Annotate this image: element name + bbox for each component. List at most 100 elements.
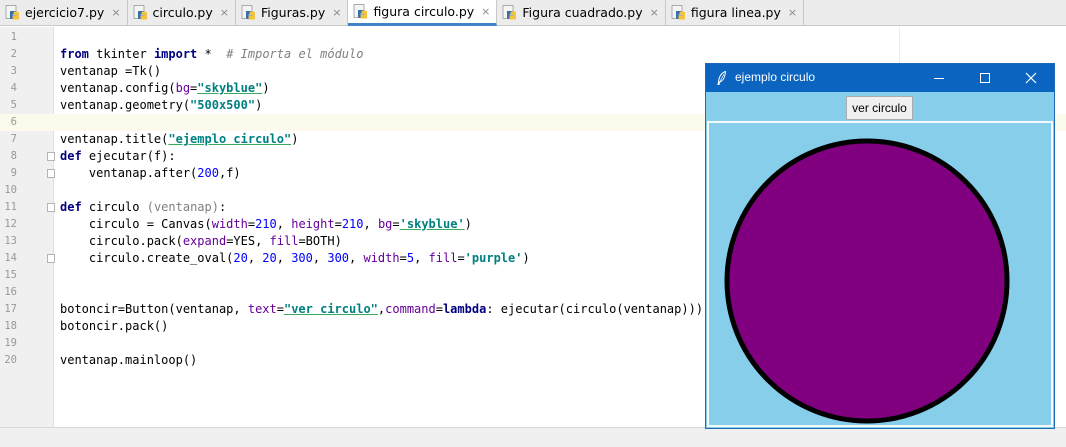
code-token: botoncir=Button(ventanap,: [60, 302, 248, 316]
code-token: bg: [175, 81, 191, 95]
tab-label: ejercicio7.py: [25, 5, 105, 20]
minimize-icon: [934, 78, 944, 79]
code-token: ,: [247, 251, 263, 265]
tab-close-icon[interactable]: ×: [111, 6, 120, 19]
line-number: 2: [10, 48, 17, 60]
tab-close-icon[interactable]: ×: [650, 6, 659, 19]
code-token: ,: [312, 251, 328, 265]
code-token: ): [262, 81, 270, 95]
code-text: ventanap.mainloop(): [60, 352, 197, 369]
code-text: circulo.create_oval(20, 20, 300, 300, wi…: [60, 250, 530, 267]
line-number: 19: [4, 337, 17, 349]
tab-label: Figuras.py: [260, 5, 326, 20]
maximize-button[interactable]: [962, 64, 1008, 92]
python-file-icon: [671, 5, 685, 20]
code-token: ,: [276, 217, 292, 231]
line-number: 13: [4, 235, 17, 247]
code-token: 300: [291, 251, 313, 265]
code-token: :: [218, 200, 227, 214]
tab-close-icon[interactable]: ×: [220, 6, 229, 19]
code-text: ventanap.title("ejemplo circulo"): [60, 131, 298, 148]
code-text: botoncir.pack(): [60, 318, 168, 335]
tab-2[interactable]: Figuras.py ×: [235, 0, 349, 25]
code-text: botoncir=Button(ventanap, text = "ver circ…: [60, 301, 703, 318]
code-token: 210: [341, 217, 364, 231]
line-number: 4: [10, 82, 17, 94]
code-text: ventanap.geometry("500x500"): [60, 97, 262, 114]
fold-marker-icon[interactable]: [47, 152, 55, 161]
code-token: ,: [276, 251, 292, 265]
minimize-button[interactable]: [916, 64, 962, 92]
code-token: ,: [363, 217, 378, 231]
code-token: command: [385, 302, 436, 316]
code-token: import: [153, 47, 198, 61]
code-token: circulo.create_oval(: [60, 251, 234, 265]
code-token: expand: [182, 234, 227, 248]
code-token: =: [435, 302, 443, 316]
line-number: 5: [10, 99, 17, 111]
code-token: tkinter: [88, 47, 154, 61]
python-file-icon: [502, 5, 517, 20]
code-token: fill: [269, 234, 299, 248]
line-number: 20: [4, 354, 17, 366]
code-token: ,f): [218, 166, 241, 180]
code-token: "skyblue": [197, 81, 263, 95]
code-token: : ejecutar(circulo(ventanap))): [486, 302, 704, 316]
close-button[interactable]: [1008, 64, 1054, 92]
code-token: 200: [197, 166, 219, 180]
tab-close-icon[interactable]: ×: [332, 6, 341, 19]
code-token: circulo = Canvas(: [60, 217, 212, 231]
line-number: 8: [10, 150, 17, 162]
editor-tab-bar: ejercicio7.py × circulo.py × Figuras.py × figu…: [0, 0, 1066, 26]
line-number: 15: [4, 269, 17, 281]
code-token: ventanap.config(: [60, 81, 176, 95]
code-token: ejecutar(f):: [81, 149, 176, 163]
code-token: ventanap.title(: [60, 132, 169, 146]
tab-label: circulo.py: [152, 5, 213, 20]
line-number: 18: [4, 320, 17, 332]
code-token: width: [363, 251, 400, 265]
fold-marker-icon[interactable]: [47, 203, 55, 212]
code-token: 300: [327, 251, 350, 265]
python-file-icon: [133, 5, 147, 20]
code-token: ,: [414, 251, 429, 265]
line-number: 11: [4, 201, 17, 213]
code-token: =: [457, 251, 465, 265]
code-token: ventanap.after(: [60, 166, 198, 180]
canvas-drawing: [724, 138, 1010, 424]
tab-close-icon[interactable]: ×: [788, 6, 797, 19]
code-token: ventanap =Tk(): [60, 64, 162, 78]
tab-close-icon[interactable]: ×: [481, 5, 490, 18]
code-token: ): [464, 217, 472, 231]
tab-5[interactable]: figura linea.py ×: [665, 0, 805, 25]
code-token: *: [197, 47, 227, 61]
tab-3[interactable]: figura circulo.py ×: [348, 0, 498, 26]
code-token: =: [334, 217, 342, 231]
tk-feather-icon: [717, 71, 727, 85]
line-number: 10: [4, 184, 17, 196]
code-text: from tkinter import * # Importa el módul…: [60, 46, 363, 63]
tab-0[interactable]: ejercicio7.py ×: [0, 0, 128, 25]
tab-1[interactable]: circulo.py ×: [127, 0, 236, 25]
line-number: 7: [10, 133, 17, 145]
code-token: text: [247, 302, 277, 316]
code-token: "ejemplo circulo": [168, 132, 292, 146]
code-token: =: [399, 251, 407, 265]
code-token: ventanap.mainloop(): [60, 353, 198, 367]
code-token: ): [255, 98, 263, 112]
code-token: ventanap.geometry(: [60, 98, 191, 112]
fold-marker-icon[interactable]: [47, 169, 55, 178]
python-file-icon: [241, 5, 255, 20]
tab-4[interactable]: Figura cuadrado.py ×: [497, 0, 666, 25]
ver-circulo-button[interactable]: ver circulo: [846, 96, 913, 120]
line-number: 9: [10, 167, 17, 179]
code-token: =: [392, 217, 400, 231]
code-token: bg: [377, 217, 393, 231]
code-token: ,: [349, 251, 364, 265]
code-token: "ver circulo": [283, 302, 378, 316]
code-token: =YES,: [226, 234, 270, 248]
tk-window-titlebar[interactable]: ejemplo circulo: [706, 64, 1054, 92]
code-text: ventanap.config(bg="skyblue"): [60, 80, 270, 97]
line-number: 12: [4, 218, 17, 230]
fold-marker-icon[interactable]: [47, 254, 55, 263]
